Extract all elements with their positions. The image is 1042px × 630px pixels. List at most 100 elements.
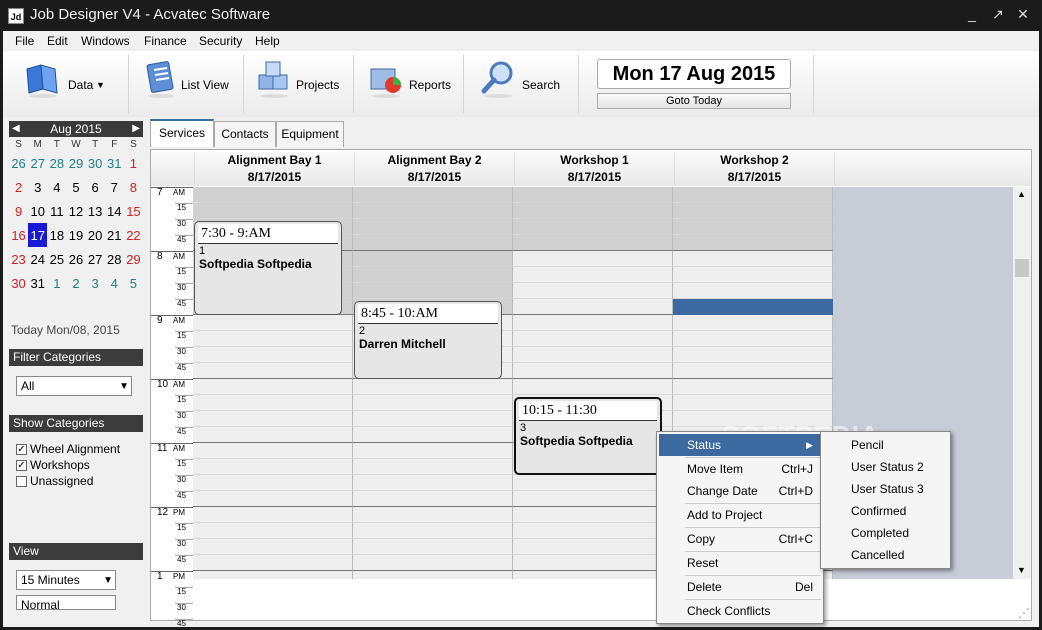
time-slot[interactable]	[673, 379, 833, 395]
calendar-day[interactable]: 17	[28, 223, 48, 247]
scroll-up-icon[interactable]: ▲	[1017, 189, 1026, 199]
time-slot[interactable]	[673, 219, 833, 235]
menu-item-status[interactable]: Status ▶	[659, 434, 821, 456]
time-slot[interactable]	[673, 251, 833, 267]
tab-services[interactable]: Services	[150, 119, 214, 147]
time-slot[interactable]	[193, 523, 353, 539]
time-slot[interactable]	[513, 491, 673, 507]
menu-file[interactable]: File	[15, 34, 34, 48]
calendar-day[interactable]: 30	[9, 271, 28, 295]
time-slot[interactable]	[513, 379, 673, 395]
calendar-day[interactable]: 5	[66, 175, 85, 199]
time-slot[interactable]	[193, 475, 353, 491]
calendar-day[interactable]: 27	[28, 151, 47, 175]
time-slot[interactable]	[353, 187, 513, 203]
time-slot[interactable]	[673, 347, 833, 363]
time-slot[interactable]	[353, 219, 513, 235]
calendar-day[interactable]: 26	[9, 151, 28, 175]
time-slot[interactable]	[513, 299, 673, 315]
time-slot[interactable]	[193, 379, 353, 395]
status-completed[interactable]: Completed	[823, 522, 949, 544]
time-slot[interactable]	[353, 379, 513, 395]
menu-item-add-to-project[interactable]: Add to Project	[659, 504, 821, 526]
calendar-day[interactable]: 3	[86, 271, 105, 295]
time-slot[interactable]	[513, 203, 673, 219]
status-cancelled[interactable]: Cancelled	[823, 544, 949, 566]
calendar-day[interactable]: 29	[66, 151, 85, 175]
checkbox[interactable]: ✓	[16, 460, 27, 472]
time-slot[interactable]	[193, 491, 353, 507]
time-slot[interactable]	[673, 363, 833, 379]
checkbox[interactable]	[16, 476, 27, 488]
calendar-day[interactable]: 3	[28, 175, 47, 199]
appointment-3[interactable]: 10:15 - 11:30 3 Softpedia Softpedia	[514, 397, 662, 475]
appointment-2[interactable]: 8:45 - 10:AM 2 Darren Mitchell	[354, 301, 502, 379]
calendar-day[interactable]: 24	[28, 247, 47, 271]
calendar-day[interactable]: 28	[47, 151, 66, 175]
time-slot[interactable]	[513, 475, 673, 491]
time-slot[interactable]	[513, 187, 673, 203]
calendar-day[interactable]: 5	[124, 271, 143, 295]
calendar-day[interactable]: 30	[86, 151, 105, 175]
prev-month-icon[interactable]: ◀	[12, 121, 20, 137]
status-confirmed[interactable]: Confirmed	[823, 500, 949, 522]
calendar-day[interactable]: 22	[124, 223, 143, 247]
menu-finance[interactable]: Finance	[144, 34, 187, 48]
time-slot[interactable]	[673, 283, 833, 299]
vertical-scrollbar[interactable]: ▲ ▼	[1013, 187, 1031, 579]
calendar-day[interactable]: 14	[105, 199, 124, 223]
time-slot[interactable]	[513, 219, 673, 235]
time-slot[interactable]	[193, 187, 353, 203]
calendar-day[interactable]: 18	[47, 223, 66, 247]
time-slot[interactable]	[673, 187, 833, 203]
time-slot[interactable]	[513, 267, 673, 283]
tab-equipment[interactable]: Equipment	[276, 121, 344, 147]
time-slot[interactable]	[353, 459, 513, 475]
menu-help[interactable]: Help	[255, 34, 280, 48]
close-button[interactable]: ✕	[1013, 6, 1033, 23]
goto-today-button[interactable]: Goto Today	[597, 93, 791, 109]
calendar-day[interactable]: 29	[124, 247, 143, 271]
scroll-thumb[interactable]	[1015, 259, 1029, 277]
menu-item-copy[interactable]: Copy Ctrl+C	[659, 528, 821, 550]
calendar-day[interactable]: 20	[86, 223, 105, 247]
time-slot[interactable]	[673, 235, 833, 251]
column-header-alignment-bay-1[interactable]: Alignment Bay 1 8/17/2015	[195, 152, 355, 186]
time-slot[interactable]	[193, 427, 353, 443]
calendar-day[interactable]: 2	[66, 271, 85, 295]
time-slot[interactable]	[193, 347, 353, 363]
time-slot[interactable]	[193, 411, 353, 427]
filter-select[interactable]: All ▼	[16, 376, 132, 396]
column-header-alignment-bay-2[interactable]: Alignment Bay 2 8/17/2015	[355, 152, 515, 186]
projects-button[interactable]: Projects	[255, 59, 345, 111]
calendar-day[interactable]: 11	[47, 199, 66, 223]
time-slot[interactable]	[513, 363, 673, 379]
time-slot[interactable]	[673, 331, 833, 347]
time-slot[interactable]	[353, 507, 513, 523]
time-slot[interactable]	[513, 523, 673, 539]
checkbox[interactable]: ✓	[16, 444, 27, 456]
time-slot[interactable]	[513, 251, 673, 267]
menu-item-change-date[interactable]: Change Date Ctrl+D	[659, 480, 821, 502]
calendar-day[interactable]: 28	[105, 247, 124, 271]
search-button[interactable]: Search	[479, 59, 569, 111]
time-slot[interactable]	[513, 235, 673, 251]
calendar-day[interactable]: 12	[66, 199, 85, 223]
interval-select[interactable]: 15 Minutes ▼	[16, 570, 116, 590]
menu-edit[interactable]: Edit	[47, 34, 68, 48]
menu-item-reset[interactable]: Reset	[659, 552, 821, 574]
calendar-day[interactable]: 25	[47, 247, 66, 271]
time-slot[interactable]	[513, 507, 673, 523]
time-slot[interactable]	[193, 363, 353, 379]
category-checkbox-unassigned[interactable]: Unassigned	[16, 474, 93, 488]
menu-item-move-item[interactable]: Move Item Ctrl+J	[659, 458, 821, 480]
menu-windows[interactable]: Windows	[81, 34, 130, 48]
appointment-1[interactable]: 7:30 - 9:AM 1 Softpedia Softpedia	[194, 221, 342, 315]
calendar-day[interactable]: 4	[47, 175, 66, 199]
time-slot[interactable]	[353, 539, 513, 555]
calendar-day[interactable]: 19	[66, 223, 85, 247]
status-pencil[interactable]: Pencil	[823, 434, 949, 456]
calendar-day[interactable]: 1	[124, 151, 143, 175]
menu-security[interactable]: Security	[199, 34, 242, 48]
time-slot[interactable]	[193, 555, 353, 571]
